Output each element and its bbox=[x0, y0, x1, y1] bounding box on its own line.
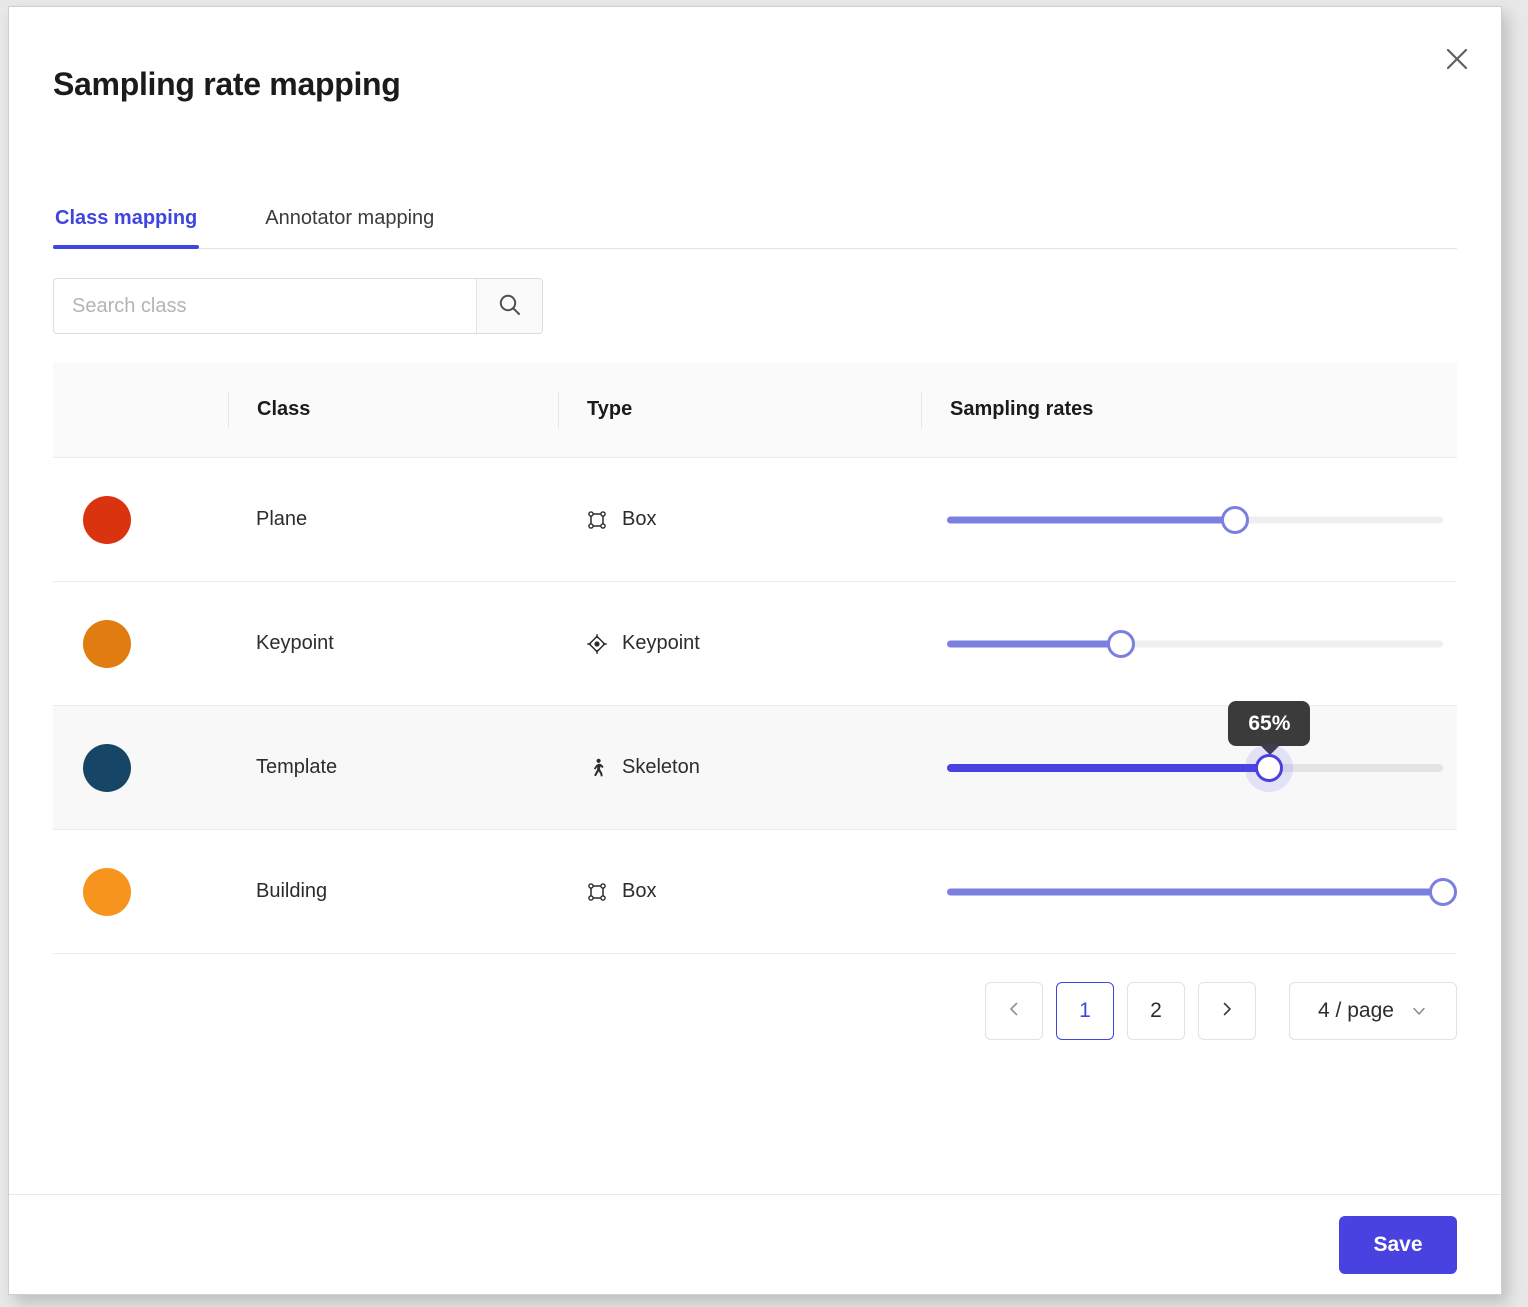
class-name-cell: Building bbox=[256, 880, 328, 903]
search-button[interactable] bbox=[476, 279, 542, 334]
sampling-rate-cell bbox=[921, 872, 1457, 912]
screen-background: Sampling rate mapping Class mapping Anno… bbox=[0, 0, 1528, 1307]
class-color-swatch bbox=[83, 743, 131, 792]
table-row: Keypoint Keypoint bbox=[53, 582, 1457, 707]
pagination-page-2[interactable]: 2 bbox=[1127, 982, 1185, 1041]
class-color-swatch bbox=[83, 867, 131, 916]
class-name-cell: Template bbox=[256, 756, 338, 779]
class-type-label: Keypoint bbox=[622, 632, 700, 655]
table-row: Template Skeleton 65% bbox=[53, 700, 1457, 831]
tab-annotator-mapping[interactable]: Annotator mapping bbox=[263, 207, 436, 248]
pagination: 1 2 4 / page bbox=[53, 954, 1457, 1041]
keypoint-icon bbox=[586, 633, 608, 655]
chevron-down-icon bbox=[1410, 1002, 1428, 1020]
dialog-body: Sampling rate mapping Class mapping Anno… bbox=[9, 7, 1501, 1194]
slider-thumb[interactable] bbox=[1106, 629, 1135, 658]
sampling-rate-slider[interactable]: 65% bbox=[947, 700, 1443, 788]
table-header-type: Type bbox=[558, 391, 921, 428]
slider-fill bbox=[947, 516, 1235, 524]
class-type-label: Box bbox=[622, 508, 657, 531]
slider-thumb[interactable] bbox=[1429, 877, 1457, 906]
class-name-cell: Keypoint bbox=[256, 632, 334, 655]
table-header-sampling-rates: Sampling rates bbox=[921, 391, 1457, 428]
class-type-label: Skeleton bbox=[622, 756, 700, 779]
sampling-rate-cell bbox=[921, 624, 1457, 664]
class-color-swatch bbox=[83, 619, 131, 668]
slider-value-tooltip: 65% bbox=[1228, 700, 1311, 755]
dialog-footer: Save bbox=[9, 1194, 1501, 1294]
tab-annotator-mapping-label: Annotator mapping bbox=[265, 207, 435, 230]
slider-thumb[interactable] bbox=[1255, 753, 1284, 782]
page-title: Sampling rate mapping bbox=[53, 66, 401, 102]
sampling-rate-cell bbox=[921, 500, 1457, 540]
pagination-next-button[interactable] bbox=[1198, 982, 1256, 1041]
class-name-cell: Plane bbox=[256, 508, 308, 531]
slider-fill bbox=[947, 640, 1121, 648]
sampling-rate-slider[interactable] bbox=[947, 500, 1443, 540]
slider-fill bbox=[947, 763, 1270, 772]
slider-fill bbox=[947, 888, 1443, 896]
table-header-class: Class bbox=[228, 391, 558, 428]
chevron-right-icon bbox=[1219, 999, 1235, 1023]
sampling-rate-slider[interactable] bbox=[947, 872, 1457, 912]
table-row: Plane Box bbox=[53, 458, 1457, 583]
class-type-cell: Keypoint bbox=[558, 632, 921, 655]
class-color-cell bbox=[53, 619, 228, 668]
page-size-select[interactable]: 4 / page bbox=[1289, 982, 1457, 1041]
chevron-left-icon bbox=[1006, 999, 1022, 1023]
page-size-label: 4 / page bbox=[1318, 999, 1394, 1023]
sampling-rate-cell: 65% bbox=[921, 700, 1457, 788]
class-type-label: Box bbox=[622, 880, 657, 903]
tab-class-mapping[interactable]: Class mapping bbox=[53, 207, 200, 250]
class-type-cell: Box bbox=[558, 880, 921, 903]
save-button[interactable]: Save bbox=[1339, 1215, 1457, 1274]
search-input[interactable] bbox=[54, 279, 476, 334]
pagination-page-1[interactable]: 1 bbox=[1056, 982, 1114, 1041]
sampling-rate-slider[interactable] bbox=[947, 624, 1443, 664]
box-icon bbox=[586, 509, 608, 531]
box-icon bbox=[586, 881, 608, 903]
tab-class-mapping-label: Class mapping bbox=[55, 207, 198, 230]
search-box bbox=[53, 278, 543, 335]
search-row bbox=[53, 278, 1457, 335]
class-color-cell bbox=[53, 743, 228, 792]
class-type-cell: Box bbox=[558, 508, 921, 531]
skeleton-icon bbox=[586, 757, 608, 779]
class-mapping-table: Class Type Sampling rates Plane Box Keyp… bbox=[53, 362, 1457, 955]
table-row: Building Box bbox=[53, 830, 1457, 955]
class-type-cell: Skeleton bbox=[558, 756, 921, 779]
table-header-row: Class Type Sampling rates bbox=[53, 362, 1457, 459]
sampling-rate-mapping-dialog: Sampling rate mapping Class mapping Anno… bbox=[8, 6, 1502, 1295]
pagination-prev-button[interactable] bbox=[985, 982, 1043, 1041]
close-icon[interactable] bbox=[1435, 37, 1479, 81]
tab-bar: Class mapping Annotator mapping bbox=[53, 187, 1457, 250]
class-color-cell bbox=[53, 867, 228, 916]
search-icon bbox=[497, 292, 523, 321]
class-color-swatch bbox=[83, 495, 131, 544]
slider-thumb[interactable] bbox=[1220, 505, 1249, 534]
class-color-cell bbox=[53, 495, 228, 544]
